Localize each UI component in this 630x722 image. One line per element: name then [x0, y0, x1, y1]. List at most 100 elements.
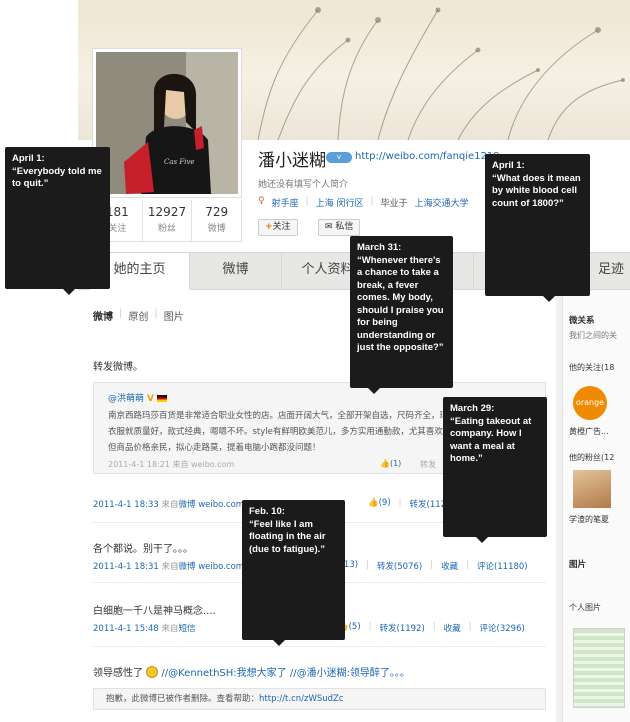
forwarded-via: 来自 weibo.com	[172, 460, 235, 469]
subtab-pictures[interactable]: 图片	[164, 308, 184, 323]
profile-intro: 她还没有填写个人简介	[258, 180, 349, 190]
callout-text: “Whenever there's a chance to take a bre…	[357, 254, 444, 354]
pictures-subtitle[interactable]: 个人图片	[569, 602, 601, 613]
via-prefix: 来自	[161, 562, 179, 572]
orange-logo-icon[interactable]: orange	[573, 386, 607, 420]
via-prefix: 来自	[161, 500, 179, 510]
forwarded-timestamp: 2011-4-1 18:21	[108, 460, 170, 469]
deleted-notice-text: 抱歉，此微博已被作者删除。查看帮助：	[106, 694, 260, 704]
forwarded-author-link[interactable]: @洪萌萌	[108, 394, 144, 404]
meta-separator: |	[370, 196, 374, 206]
tab-weibo[interactable]: 微博	[190, 253, 282, 290]
avatar-photo: Cas Five	[96, 52, 238, 194]
callout-april1-quit: April 1: “Everybody told me to quit.”	[5, 147, 110, 295]
picture-thumbnail[interactable]	[573, 628, 625, 708]
follow-name[interactable]: 黄橙广告...	[569, 426, 609, 437]
forwarded-like-count: (1)	[389, 459, 402, 468]
action-separator: |	[468, 622, 472, 632]
post-divider	[93, 646, 546, 647]
post-text: 各个都说。别干了。。。	[93, 544, 193, 555]
message-button[interactable]: ✉ 私信	[318, 219, 361, 236]
action-separator: |	[368, 622, 372, 632]
tab-footprint[interactable]: 足迹	[598, 253, 630, 290]
post-via[interactable]: 短信	[179, 624, 196, 634]
subtab-separator: |	[154, 308, 158, 319]
verified-v-icon: V	[147, 394, 154, 404]
svg-text:Cas Five: Cas Five	[164, 158, 195, 166]
callout-text: “Eating takeout at company. How I want a…	[450, 415, 532, 465]
post-time[interactable]: 2011-4-1 18:31	[93, 562, 159, 572]
callout-march29-takeout: March 29: “Eating takeout at company. Ho…	[443, 397, 547, 543]
fan-avatar[interactable]	[573, 470, 611, 508]
fans-title[interactable]: 他的粉丝(12	[569, 452, 614, 463]
post-time[interactable]: 2011-4-1 18:33	[93, 500, 159, 510]
follow-button-label: 关注	[272, 222, 291, 232]
favorite-link[interactable]: 收藏	[444, 622, 461, 634]
action-separator: |	[466, 560, 469, 570]
help-link[interactable]: http://t.cn/zWSudZc	[259, 694, 344, 704]
location-pin-icon: ♀	[258, 196, 265, 206]
profile-stats: 181 关注 12927 粉丝 729 微博	[92, 200, 242, 242]
avatar[interactable]: Cas Five	[92, 48, 242, 198]
post-text-mentions[interactable]: //@KennethSH:我想大家了 //@潘小迷糊:领导醉了。。。	[161, 668, 410, 679]
shy-emoji-icon	[146, 666, 159, 678]
callout-feb10-floating: Feb. 10: “Feel like I am floating in the…	[242, 500, 345, 646]
callout-date: March 29:	[450, 403, 495, 414]
forwarded-like-button[interactable]: 👍(1)	[380, 459, 401, 468]
stat-posts[interactable]: 729 微博	[192, 200, 241, 241]
action-separator: |	[398, 498, 402, 508]
subtab-weibo[interactable]: 微博	[93, 308, 113, 323]
forward-link[interactable]: 转发(5076)	[377, 560, 422, 572]
meta-separator: |	[305, 196, 309, 206]
follow-button[interactable]: +关注	[258, 219, 298, 236]
post-actions: 👍(5) | 转发(1192) | 收藏 | 评论(3296)	[338, 622, 525, 634]
relations-title: 微关系	[569, 316, 595, 326]
post-time[interactable]: 2011-4-1 15:48	[93, 624, 159, 634]
stat-label: 粉丝	[158, 224, 177, 234]
profile-name: 潘小迷糊	[258, 151, 326, 171]
callout-text: “What does it mean by white blood cell c…	[492, 172, 581, 209]
fan-name[interactable]: 学渣的笔夏	[569, 514, 609, 525]
forwarded-author: @洪萌萌 V	[108, 391, 167, 404]
callout-date: April 1:	[12, 153, 45, 164]
post-meta: 2011-4-1 18:33 来自微博 weibo.com	[93, 498, 244, 510]
like-count: (9)	[378, 498, 391, 508]
comment-link[interactable]: 评论(11180)	[477, 560, 528, 572]
profile-url-link[interactable]: http://weibo.com/fanqie1219	[355, 151, 500, 162]
stat-label: 微博	[207, 224, 226, 234]
pictures-title: 图片	[569, 560, 587, 570]
post-actions: 👍(13) | 转发(5076) | 收藏 | 评论(11180)	[330, 560, 528, 572]
avatar-portrait-image: Cas Five	[96, 52, 238, 194]
forward-link[interactable]: 转发(1192)	[380, 622, 425, 634]
callout-april1-blood: April 1: “What does it mean by white blo…	[485, 154, 590, 302]
callout-date: April 1:	[492, 160, 525, 171]
post-via[interactable]: 微博 weibo.com	[179, 562, 245, 572]
post-text-lead: 领导感性了	[93, 668, 143, 679]
mail-icon: ✉	[325, 222, 336, 232]
stat-num: 729	[205, 205, 229, 219]
verified-badge-icon: v	[326, 152, 352, 163]
callout-text: “Feel like I am floating in the air (due…	[249, 518, 326, 555]
like-button[interactable]: 👍(9)	[368, 498, 391, 510]
callout-date: Feb. 10:	[249, 506, 285, 517]
post-text: 转发微博。	[93, 362, 143, 373]
thumbs-up-icon: 👍	[380, 459, 390, 468]
thumbs-up-icon: 👍	[368, 498, 379, 508]
subtab-original[interactable]: 原创	[128, 308, 148, 323]
meta-school-link[interactable]: 上海交通大学	[415, 196, 469, 209]
deleted-post-notice: 抱歉，此微博已被作者删除。查看帮助：http://t.cn/zWSudZc	[93, 688, 546, 710]
post-meta: 2011-4-1 18:31 来自微博 weibo.com	[93, 560, 244, 572]
forwarded-forward-link[interactable]: 转发	[420, 459, 436, 470]
post-actions: 👍(9) | 转发(1123)	[368, 498, 455, 510]
favorite-link[interactable]: 收藏	[441, 560, 458, 572]
profile-meta: ♀ 射手座 | 上海 闵行区 | 毕业于 上海交通大学	[258, 196, 469, 209]
callout-text: “Everybody told me to quit.”	[12, 165, 102, 190]
stat-fans[interactable]: 12927 粉丝	[143, 200, 193, 241]
action-separator: |	[430, 560, 434, 570]
plus-icon: +	[265, 222, 273, 232]
comment-link[interactable]: 评论(3296)	[480, 622, 525, 634]
post-via[interactable]: 微博 weibo.com	[179, 500, 245, 510]
meta-sign-link[interactable]: 射手座	[272, 196, 299, 209]
meta-location-link[interactable]: 上海 闵行区	[316, 196, 364, 209]
follows-title[interactable]: 他的关注(18	[569, 362, 614, 373]
